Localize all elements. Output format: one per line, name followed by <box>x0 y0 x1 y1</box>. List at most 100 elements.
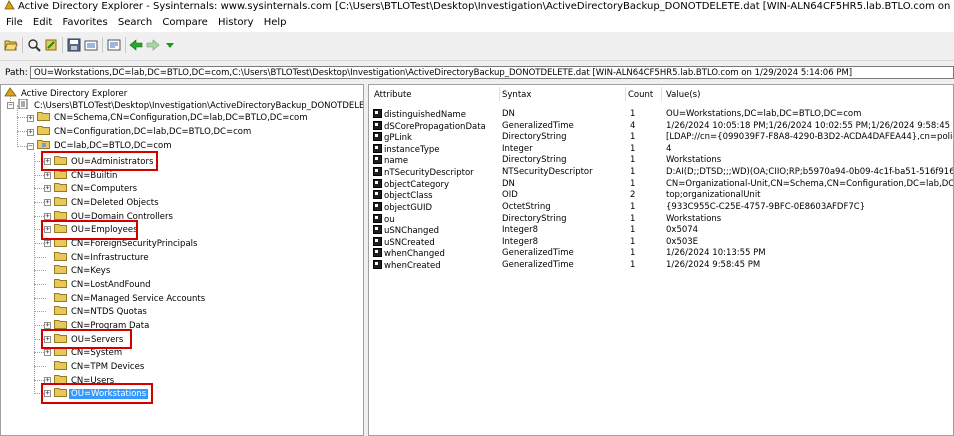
count-cell: 1 <box>630 167 636 178</box>
syntax-cell: GeneralizedTime <box>502 260 574 271</box>
count-cell: 1 <box>630 248 636 259</box>
column-header-attribute[interactable]: Attribute <box>374 89 412 101</box>
syntax-cell: DN <box>502 109 515 119</box>
highlight-box-employees <box>41 220 138 240</box>
table-row[interactable]: gPLink DirectoryString 1 [LDAP://cn={099039… <box>369 132 953 144</box>
count-cell: 1 <box>630 260 636 271</box>
table-row[interactable]: uSNChanged Integer8 1 0x5074 <box>369 225 953 237</box>
value-cell: CN=Organizational-Unit,CN=Schema,CN=Conf… <box>666 178 954 189</box>
save-icon[interactable] <box>67 38 81 52</box>
expand-toggle-domain-controllers[interactable]: + <box>44 212 51 220</box>
value-cell: 1/26/2024 9:58:45 PM <box>666 260 761 271</box>
tree-node-label: CN=LostAndFound <box>71 279 151 290</box>
tree-node-lostandfound[interactable]: CN=LostAndFound <box>54 278 153 291</box>
folder-icon <box>54 196 67 206</box>
tree-node-label: CN=System <box>71 348 123 359</box>
table-row[interactable]: objectGUID OctetString 1 {933C955C-C25E-475… <box>369 201 953 214</box>
attribute-icon <box>373 260 382 270</box>
tree-node-managed-service-accounts[interactable]: CN=Managed Service Accounts <box>54 292 207 305</box>
tree-node-label: CN=TPM Devices <box>71 361 145 372</box>
expand-toggle-schema[interactable]: + <box>27 115 34 122</box>
column-header-count[interactable]: Count <box>628 89 653 101</box>
disconnect-icon[interactable] <box>44 38 58 52</box>
folder-icon <box>54 251 67 261</box>
back-arrow-icon[interactable] <box>129 38 143 52</box>
menu-help[interactable]: Help <box>264 17 287 28</box>
snapshot-icon[interactable] <box>84 38 98 52</box>
menu-edit[interactable]: Edit <box>33 17 52 28</box>
attribute-cell: gPLink <box>384 133 412 144</box>
attribute-list-pane[interactable]: Attribute Syntax Count Value(s) distingu… <box>368 84 954 436</box>
expand-toggle-deleted-objects[interactable]: + <box>44 198 51 206</box>
count-cell: 1 <box>630 109 636 119</box>
window-title: Active Directory Explorer - Sysinternals… <box>18 1 954 12</box>
value-cell: {933C955C-C25E-4757-9BFC-0E8603AFDF7C} <box>666 201 866 212</box>
tree-node-tpm-devices[interactable]: CN=TPM Devices <box>54 360 146 373</box>
expand-toggle-program-data[interactable]: + <box>44 321 51 329</box>
column-header-values[interactable]: Value(s) <box>666 89 700 101</box>
menu-search[interactable]: Search <box>118 17 152 28</box>
menu-compare[interactable]: Compare <box>162 17 207 28</box>
expand-toggle-foreignsecurityprincipals[interactable]: + <box>44 239 51 247</box>
value-cell: Workstations <box>666 213 722 224</box>
history-dropdown-icon[interactable] <box>163 38 177 52</box>
attribute-cell: objectClass <box>384 191 433 202</box>
table-row[interactable]: distinguishedName DN 1 OU=Workstations,DC=l… <box>369 109 953 121</box>
attribute-cell: ou <box>384 214 395 225</box>
tree-node-label: CN=NTDS Quotas <box>71 307 147 318</box>
attribute-icon <box>373 155 382 165</box>
highlight-box-servers <box>41 329 132 349</box>
collapse-toggle-file[interactable]: − <box>7 102 14 109</box>
properties-icon[interactable] <box>107 38 121 52</box>
value-cell: 0x5074 <box>666 225 699 236</box>
path-field[interactable]: OU=Workstations,DC=lab,DC=BTLO,DC=com,C:… <box>30 66 954 79</box>
folder-icon <box>54 360 67 370</box>
expand-toggle-builtin[interactable]: + <box>44 171 51 179</box>
expand-toggle-computers[interactable]: + <box>44 185 51 193</box>
menu-file[interactable]: File <box>6 17 23 28</box>
count-cell: 1 <box>630 178 636 189</box>
table-row[interactable]: name DirectoryString 1 Workstations <box>369 155 953 167</box>
value-cell: 1/26/2024 10:05:18 PM;1/26/2024 10:02:55… <box>666 120 954 131</box>
open-folder-icon[interactable] <box>4 38 18 52</box>
tree-node-label: CN=Configuration,DC=lab,DC=BTLO,DC=com <box>54 127 252 137</box>
count-cell: 1 <box>630 132 636 143</box>
tree-node-keys[interactable]: CN=Keys <box>54 264 112 277</box>
folder-icon <box>37 112 50 121</box>
expand-toggle-system[interactable]: + <box>44 349 51 357</box>
tree-pane[interactable]: Active Directory Explorer − C:\Users\BTL… <box>0 84 364 436</box>
expand-toggle-configuration[interactable]: + <box>27 129 34 136</box>
menu-favorites[interactable]: Favorites <box>62 17 107 28</box>
attribute-icon <box>373 236 382 246</box>
attribute-cell: dSCorePropagationData <box>384 121 486 132</box>
table-row[interactable]: whenChanged GeneralizedTime 1 1/26/2024 10:… <box>369 248 953 260</box>
ad-explorer-icon <box>4 87 17 97</box>
tree-node-ntds-quotas[interactable]: CN=NTDS Quotas <box>54 305 149 318</box>
table-row[interactable]: dSCorePropagationData GeneralizedTime 4 1/2… <box>369 120 954 133</box>
forward-arrow-icon[interactable] <box>146 38 160 52</box>
column-header-syntax[interactable]: Syntax <box>502 89 531 101</box>
table-row[interactable]: uSNCreated Integer8 1 0x503E <box>369 236 953 249</box>
attribute-icon <box>373 201 382 211</box>
table-row[interactable]: instanceType Integer 1 4 <box>369 143 953 156</box>
table-row[interactable]: nTSecurityDescriptor NTSecurityDescriptor… <box>369 167 953 179</box>
folder-icon <box>37 126 50 135</box>
table-row[interactable]: whenCreated GeneralizedTime 1 1/26/2024 9:5… <box>369 260 953 272</box>
tree-node-label: CN=Managed Service Accounts <box>71 293 206 304</box>
folder-icon <box>54 319 67 329</box>
tree-node-computers[interactable]: CN=Computers <box>54 182 139 195</box>
tree-node-label: CN=Deleted Objects <box>71 197 159 208</box>
tree-node-configuration[interactable]: CN=Configuration,DC=lab,DC=BTLO,DC=com <box>37 125 253 138</box>
tree-node-infrastructure[interactable]: CN=Infrastructure <box>54 251 151 264</box>
connect-icon[interactable] <box>27 38 41 52</box>
tree-node-schema[interactable]: CN=Schema,CN=Configuration,DC=lab,DC=BTL… <box>37 111 310 124</box>
collapse-toggle-domain[interactable]: − <box>27 143 34 150</box>
table-row[interactable]: objectClass OID 2 top;organizationalUnit <box>369 190 953 202</box>
value-cell: top;organizationalUnit <box>666 190 761 201</box>
tree-node-deleted-objects[interactable]: CN=Deleted Objects <box>54 196 161 209</box>
value-cell: OU=Workstations,DC=lab,DC=BTLO,DC=com <box>666 109 862 119</box>
database-file-icon <box>18 99 28 109</box>
table-row[interactable]: ou DirectoryString 1 Workstations <box>369 213 953 226</box>
menu-history[interactable]: History <box>218 17 254 28</box>
table-row[interactable]: objectCategory DN 1 CN=Organizational-Unit,… <box>369 178 954 191</box>
